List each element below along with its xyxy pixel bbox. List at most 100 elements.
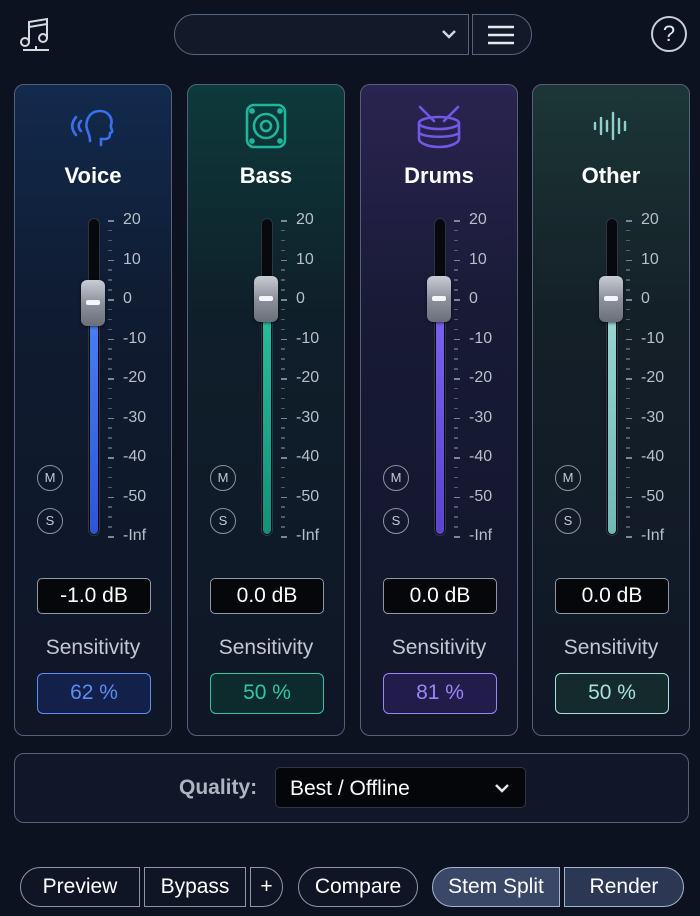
sensitivity-value[interactable]: 62 %	[37, 673, 151, 714]
mute-button[interactable]: M	[383, 465, 409, 491]
add-button[interactable]: +	[250, 867, 283, 907]
render-button[interactable]: Render	[564, 867, 684, 907]
scale-tick	[108, 378, 114, 380]
scale-minor-tick	[281, 437, 285, 439]
scale-minor-tick	[626, 368, 630, 370]
scale-minor-tick	[281, 358, 285, 360]
scale-minor-tick	[626, 328, 630, 331]
scale-tick	[108, 220, 114, 222]
scale-tick	[108, 417, 114, 419]
preset-dropdown[interactable]	[174, 14, 469, 55]
scale-minor-tick	[108, 466, 112, 469]
preview-button[interactable]: Preview	[20, 867, 140, 907]
scale-minor-tick	[108, 397, 112, 400]
solo-button[interactable]: S	[37, 508, 63, 534]
scale-tick	[454, 496, 460, 498]
scale-minor-tick	[281, 229, 285, 232]
scale-tick	[626, 536, 632, 538]
scale-minor-tick	[281, 486, 285, 489]
scale-minor-tick	[108, 427, 112, 429]
scale-label: 10	[641, 250, 659, 268]
scale-label: -30	[641, 408, 665, 426]
solo-button[interactable]: S	[555, 508, 581, 534]
fader-handle[interactable]	[427, 276, 451, 322]
scale-minor-tick	[108, 249, 112, 252]
scale-minor-tick	[454, 289, 458, 291]
scale-minor-tick	[626, 348, 630, 350]
fader-track[interactable]	[88, 218, 100, 536]
scale-minor-tick	[454, 516, 458, 518]
solo-button[interactable]: S	[210, 508, 236, 534]
scale-minor-tick	[108, 289, 112, 291]
menu-button[interactable]	[472, 14, 532, 55]
scale-minor-tick	[626, 526, 630, 528]
scale-label: 20	[123, 211, 141, 228]
scale-minor-tick	[108, 437, 112, 439]
scale-minor-tick	[281, 328, 285, 331]
scale-minor-tick	[108, 387, 112, 390]
sensitivity-value[interactable]: 81 %	[383, 673, 497, 714]
scale-tick	[281, 338, 287, 340]
fader-handle[interactable]	[254, 276, 278, 322]
scale-minor-tick	[454, 269, 458, 271]
scale-tick	[454, 378, 460, 380]
fader-handle[interactable]	[81, 279, 105, 326]
compare-button[interactable]: Compare	[298, 867, 418, 907]
sensitivity-value[interactable]: 50 %	[555, 673, 669, 714]
scale-label: -20	[469, 369, 493, 386]
music-notes-icon[interactable]	[19, 16, 53, 52]
scale-tick	[454, 220, 460, 222]
scale-label: 0	[296, 290, 305, 307]
fader-track[interactable]	[261, 218, 273, 536]
scale-label: -40	[123, 448, 147, 465]
scale-label: -10	[469, 329, 493, 347]
scale-tick	[626, 496, 632, 498]
scale-label: -50	[123, 487, 147, 505]
scale-minor-tick	[281, 476, 285, 479]
fader-track[interactable]	[434, 218, 446, 536]
fader-handle[interactable]	[599, 276, 623, 322]
mute-button[interactable]: M	[210, 465, 236, 491]
scale-minor-tick	[454, 328, 458, 331]
scale-label: -30	[296, 408, 320, 426]
scale-tick	[108, 299, 114, 301]
scale-minor-tick	[454, 368, 458, 370]
solo-button[interactable]: S	[383, 508, 409, 534]
scale-tick	[626, 220, 632, 222]
scale-label: 20	[641, 211, 659, 228]
scale-minor-tick	[108, 486, 112, 489]
scale-minor-tick	[626, 249, 630, 252]
fader-track[interactable]	[606, 218, 618, 536]
scale-label: -10	[641, 329, 665, 347]
gain-value[interactable]: 0.0 dB	[383, 578, 497, 614]
scale-tick	[108, 457, 114, 459]
quality-select[interactable]: Best / Offline	[275, 767, 526, 808]
gain-value[interactable]: 0.0 dB	[555, 578, 669, 614]
chevron-down-icon	[495, 784, 509, 793]
scale-minor-tick	[454, 407, 458, 410]
sensitivity-label: Sensitivity	[391, 636, 487, 659]
scale-tick	[626, 259, 632, 261]
gain-value[interactable]: 0.0 dB	[210, 578, 324, 614]
mute-button[interactable]: M	[555, 465, 581, 491]
stem-split-button[interactable]: Stem Split	[432, 867, 560, 907]
scale-minor-tick	[108, 269, 112, 271]
scale-minor-tick	[626, 279, 630, 281]
fader-level-fill	[90, 300, 98, 534]
help-button[interactable]: ?	[651, 16, 687, 52]
scale-minor-tick	[454, 348, 458, 350]
scale-minor-tick	[454, 466, 458, 469]
scale-label: -Inf	[123, 527, 147, 544]
scale-tick	[281, 457, 287, 459]
bypass-button[interactable]: Bypass	[144, 867, 246, 907]
gain-value[interactable]: -1.0 dB	[37, 578, 151, 614]
scale-tick	[626, 299, 632, 301]
sensitivity-value[interactable]: 50 %	[210, 673, 324, 714]
scale-minor-tick	[108, 407, 112, 410]
scale-tick	[454, 259, 460, 261]
stem-panel-drums: Drums 20 10 0 -10 -20 -30 -40 -50 -Inf M S 0.0 dB Se…	[360, 84, 518, 736]
scale-label: -40	[296, 448, 320, 465]
scale-tick	[454, 457, 460, 459]
scale-minor-tick	[281, 407, 285, 410]
mute-button[interactable]: M	[37, 465, 63, 491]
